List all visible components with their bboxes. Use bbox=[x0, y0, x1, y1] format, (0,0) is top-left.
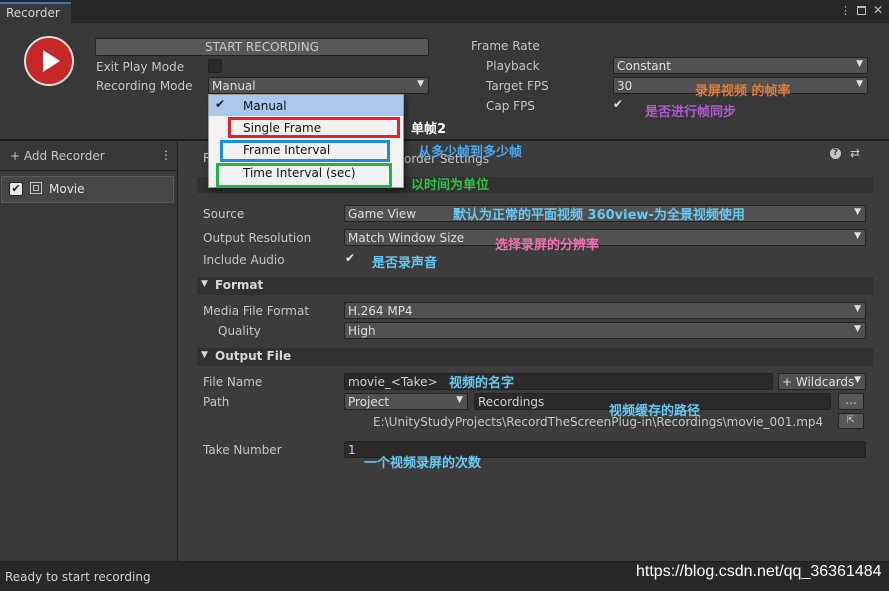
quality-value: High bbox=[348, 324, 376, 338]
recorder-item-movie[interactable] bbox=[1, 176, 174, 203]
browse-button[interactable]: ... bbox=[838, 393, 864, 410]
output-resolution-value: Match Window Size bbox=[348, 231, 465, 245]
output-section-header[interactable]: ▼ Output File bbox=[197, 348, 873, 366]
target-fps-value: 30 bbox=[617, 79, 633, 93]
source-value: Game View bbox=[348, 207, 417, 221]
add-recorder-button[interactable]: + Add Recorder bbox=[10, 149, 105, 163]
kebab-icon[interactable]: ⋮ bbox=[840, 4, 851, 17]
quality-dropdown[interactable]: High ▼ bbox=[344, 322, 866, 339]
path-label: Path bbox=[203, 395, 230, 409]
annotation-single-frame: 单帧2 bbox=[411, 122, 447, 137]
preset-settings-icon[interactable]: ⇄ bbox=[850, 146, 860, 160]
quality-label: Quality bbox=[218, 324, 261, 338]
playback-label: Playback bbox=[486, 59, 540, 73]
annotation-box-blue bbox=[220, 140, 390, 162]
annotation-file-name: 视频的名字 bbox=[449, 376, 515, 391]
recorder-list-panel bbox=[0, 141, 178, 561]
menu-item-manual[interactable]: Manual bbox=[243, 99, 287, 113]
maximize-icon[interactable] bbox=[857, 6, 866, 15]
watermark: https://blog.csdn.net/qq_36361484 bbox=[636, 563, 882, 580]
open-folder-icon[interactable]: ⇱ bbox=[838, 413, 864, 429]
annotation-resolution: 选择录屏的分辨率 bbox=[495, 238, 600, 253]
output-resolution-label: Output Resolution bbox=[203, 231, 312, 245]
cap-fps-checkbox[interactable]: ✔ bbox=[613, 97, 623, 111]
include-audio-checkbox[interactable]: ✔ bbox=[345, 251, 355, 265]
media-format-label: Media File Format bbox=[203, 304, 310, 318]
chevron-down-icon: ▼ bbox=[201, 279, 208, 289]
frame-rate-title: Frame Rate bbox=[471, 39, 540, 53]
take-number-label: Take Number bbox=[203, 443, 282, 457]
output-section-title: Output File bbox=[215, 349, 292, 363]
annotation-target-fps: 录屏视频 的帧率 bbox=[695, 84, 791, 99]
chevron-down-icon: ▼ bbox=[856, 59, 863, 69]
media-format-value: H.264 MP4 bbox=[348, 304, 413, 318]
annotation-path: 视频缓存的路径 bbox=[609, 404, 701, 419]
recording-mode-dropdown[interactable]: Manual ▼ bbox=[208, 77, 429, 94]
playback-dropdown[interactable]: Constant ▼ bbox=[613, 57, 868, 74]
checkmark-icon: ✔ bbox=[215, 97, 226, 111]
wildcards-button[interactable]: + Wildcards ▼ bbox=[778, 373, 866, 390]
chevron-down-icon: ▼ bbox=[456, 395, 463, 405]
recorder-enabled-checkbox[interactable]: ✔ bbox=[9, 182, 23, 196]
playback-value: Constant bbox=[617, 59, 671, 73]
file-name-label: File Name bbox=[203, 375, 263, 389]
record-play-icon[interactable] bbox=[24, 36, 74, 86]
recording-mode-label: Recording Mode bbox=[96, 79, 193, 93]
annotation-cap-fps: 是否进行帧同步 bbox=[645, 105, 737, 120]
chevron-down-icon: ▼ bbox=[854, 304, 861, 314]
output-resolution-dropdown[interactable]: Match Window Size ▼ bbox=[344, 229, 866, 246]
annotation-source: 默认为正常的平面视频 360view-为全景视频使用 bbox=[453, 208, 745, 223]
tab-recorder[interactable]: Recorder bbox=[0, 2, 71, 23]
chevron-down-icon: ▼ bbox=[856, 79, 863, 89]
chevron-down-icon: ▼ bbox=[854, 375, 861, 385]
recorder-item-label: Movie bbox=[49, 182, 85, 196]
annotation-frame-interval: 从多少帧到多少帧 bbox=[418, 145, 523, 160]
chevron-down-icon: ▼ bbox=[417, 79, 424, 89]
status-text: Ready to start recording bbox=[5, 570, 151, 584]
divider bbox=[0, 170, 178, 171]
target-fps-label: Target FPS bbox=[486, 79, 549, 93]
tab-bar bbox=[0, 0, 889, 23]
annotation-time-interval: 以时间为单位 bbox=[411, 178, 490, 193]
annotation-box-red bbox=[228, 117, 400, 138]
chevron-down-icon: ▼ bbox=[201, 350, 208, 360]
help-icon[interactable]: ? bbox=[830, 148, 841, 159]
chevron-down-icon: ▼ bbox=[854, 207, 861, 217]
media-format-dropdown[interactable]: H.264 MP4 ▼ bbox=[344, 302, 866, 319]
exit-play-mode-checkbox[interactable] bbox=[208, 59, 222, 73]
menu-item-selected-bg bbox=[209, 95, 403, 116]
chevron-down-icon: ▼ bbox=[854, 324, 861, 334]
path-root-value: Project bbox=[348, 395, 390, 409]
wildcards-label: + Wildcards bbox=[782, 375, 855, 389]
include-audio-label: Include Audio bbox=[203, 253, 285, 267]
format-section-header[interactable]: ▼ Format bbox=[197, 277, 873, 295]
exit-play-mode-label: Exit Play Mode bbox=[96, 60, 185, 74]
recording-mode-value: Manual bbox=[212, 79, 256, 93]
format-section-title: Format bbox=[215, 278, 264, 292]
close-icon[interactable]: ✕ bbox=[873, 3, 883, 17]
full-output-path: E:\UnityStudyProjects\RecordTheScreenPlu… bbox=[373, 415, 824, 429]
file-name-input[interactable]: movie_<Take> bbox=[344, 373, 773, 390]
annotation-box-green bbox=[216, 163, 392, 188]
annotation-take-number: 一个视频录屏的次数 bbox=[364, 456, 482, 471]
annotation-audio: 是否录声音 bbox=[372, 256, 438, 271]
chevron-down-icon: ▼ bbox=[854, 231, 861, 241]
movie-recorder-icon bbox=[30, 182, 42, 194]
cap-fps-label: Cap FPS bbox=[486, 99, 535, 113]
start-recording-button[interactable]: START RECORDING bbox=[95, 38, 429, 56]
kebab-icon[interactable]: ⋮ bbox=[160, 148, 172, 162]
path-root-dropdown[interactable]: Project ▼ bbox=[344, 393, 468, 410]
source-label: Source bbox=[203, 207, 245, 221]
